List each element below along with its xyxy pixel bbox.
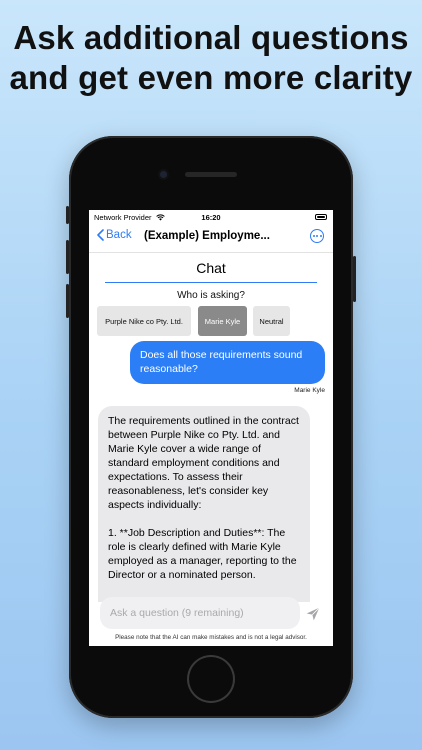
- user-message-bubble: Does all those requirements sound reason…: [130, 341, 325, 384]
- volume-down-button: [66, 284, 69, 318]
- user-message-sender: Marie Kyle: [294, 387, 325, 394]
- volume-up-button: [66, 240, 69, 274]
- asker-option-marie-kyle[interactable]: Marie Kyle: [198, 306, 247, 336]
- ai-response-bubble: The requirements outlined in the contrac…: [98, 406, 310, 602]
- ai-disclaimer: Please note that the AI can make mistake…: [115, 634, 307, 641]
- phone-screen: Network Provider 16:20 Back (Example) Em…: [89, 210, 333, 646]
- headline-line-1: Ask additional questions: [13, 19, 409, 56]
- send-icon[interactable]: [305, 606, 321, 622]
- battery-icon: [315, 214, 327, 220]
- back-label: Back: [106, 229, 132, 241]
- back-button[interactable]: Back: [97, 229, 132, 241]
- more-options-icon[interactable]: [310, 229, 324, 243]
- question-input[interactable]: [100, 597, 300, 629]
- earpiece-speaker: [185, 172, 237, 177]
- status-time: 16:20: [201, 213, 221, 222]
- asker-option-company[interactable]: Purple Nike co Pty. Ltd.: [97, 306, 191, 336]
- headline-line-2: and get even more clarity: [9, 59, 413, 96]
- front-camera: [160, 171, 167, 178]
- page-title: (Example) Employme...: [144, 230, 270, 242]
- chat-heading: Chat: [196, 260, 226, 276]
- who-asking-label: Who is asking?: [177, 290, 245, 301]
- home-button[interactable]: [189, 657, 233, 701]
- power-button: [353, 256, 356, 302]
- chevron-left-icon: [97, 229, 104, 241]
- chat-heading-underline: [105, 282, 317, 283]
- phone-frame: Network Provider 16:20 Back (Example) Em…: [66, 136, 356, 718]
- marketing-headline: Ask additional questions and get even mo…: [0, 18, 422, 98]
- mute-switch: [66, 206, 69, 224]
- navigation-bar: Back (Example) Employme...: [89, 224, 333, 253]
- status-bar: Network Provider 16:20: [89, 210, 333, 224]
- asker-option-neutral[interactable]: Neutral: [253, 306, 290, 336]
